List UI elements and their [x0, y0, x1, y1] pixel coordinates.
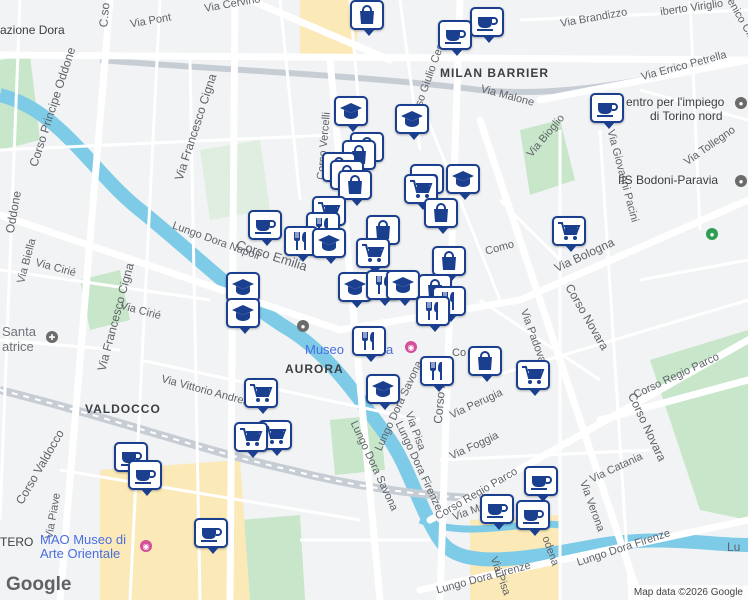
museum-marker-icon[interactable]: ◉ — [405, 341, 417, 353]
education-icon — [232, 279, 254, 295]
cafe-pin[interactable] — [524, 466, 558, 502]
church-marker-icon[interactable]: ✚ — [46, 331, 58, 343]
map-canvas[interactable]: ◉ ◉ ● ● ● ✚ ● Via Pont Via Cervino Via B… — [0, 0, 748, 600]
shopping-bag-icon — [348, 175, 362, 194]
cart-pin[interactable] — [244, 378, 278, 414]
cart-pin[interactable] — [552, 216, 586, 252]
restaurant-icon — [362, 332, 374, 350]
restaurant-icon — [294, 232, 306, 250]
shopping-bag-icon — [478, 351, 492, 370]
education-pin[interactable] — [395, 104, 429, 140]
shopping-pin[interactable] — [468, 346, 502, 382]
cafe-icon — [201, 528, 222, 542]
cafe-icon — [255, 220, 276, 234]
education-icon — [340, 103, 362, 119]
cart-pin[interactable] — [356, 238, 390, 274]
map-attribution: Map data ©2026 Google — [628, 585, 748, 600]
education-icon — [372, 381, 394, 397]
cafe-icon — [523, 510, 544, 524]
shopping-bag-icon — [442, 251, 456, 270]
cart-pin[interactable] — [516, 360, 550, 396]
shopping-pin[interactable] — [432, 246, 466, 282]
shopping-pin[interactable] — [350, 0, 384, 36]
employment-center-marker-icon[interactable]: ● — [735, 97, 747, 109]
education-pin[interactable] — [312, 228, 346, 264]
education-pin[interactable] — [446, 164, 480, 200]
cafe-pin[interactable] — [516, 500, 550, 536]
school-marker-icon[interactable]: ● — [735, 175, 747, 187]
cafe-pin[interactable] — [128, 460, 162, 496]
education-icon — [452, 171, 474, 187]
shopping-cart-icon — [410, 180, 433, 198]
restaurant-icon — [430, 362, 442, 380]
cafe-icon — [487, 504, 508, 518]
restaurant-pin[interactable] — [352, 326, 386, 362]
restaurant-pin[interactable] — [420, 356, 454, 392]
google-logo: Google — [6, 574, 72, 595]
cafe-icon — [477, 17, 498, 31]
education-icon — [318, 235, 340, 251]
cafe-pin[interactable] — [438, 20, 472, 56]
place-marker-icon[interactable]: ● — [706, 228, 718, 240]
place-small-icon: ● — [297, 320, 309, 332]
cafe-pin[interactable] — [590, 93, 624, 129]
cafe-icon — [445, 30, 466, 44]
shopping-cart-icon — [250, 384, 273, 402]
cafe-pin[interactable] — [470, 7, 504, 43]
shopping-cart-icon — [240, 428, 263, 446]
shopping-cart-icon — [522, 366, 545, 384]
education-pin[interactable] — [226, 298, 260, 334]
education-icon — [401, 111, 423, 127]
shopping-cart-icon — [362, 244, 385, 262]
cafe-pin[interactable] — [480, 494, 514, 530]
education-icon — [232, 305, 254, 321]
cafe-icon — [597, 103, 618, 117]
shopping-pin[interactable] — [424, 198, 458, 234]
cafe-icon — [531, 476, 552, 490]
education-pin[interactable] — [366, 374, 400, 410]
shopping-bag-icon — [360, 5, 374, 24]
restaurant-pin[interactable] — [416, 296, 450, 332]
shopping-bag-icon — [434, 203, 448, 222]
education-icon — [392, 277, 414, 293]
cafe-pin[interactable] — [194, 518, 228, 554]
restaurant-icon — [426, 302, 438, 320]
education-pin[interactable] — [386, 270, 420, 306]
cafe-icon — [135, 470, 156, 484]
cart-pin[interactable] — [234, 422, 268, 458]
shopping-bag-icon — [376, 220, 390, 239]
cafe-pin[interactable] — [248, 210, 282, 246]
education-icon — [344, 279, 366, 295]
education-pin[interactable] — [334, 96, 368, 132]
shopping-cart-icon — [558, 222, 581, 240]
map-base — [0, 0, 748, 600]
mao-museum-marker-icon[interactable]: ◉ — [140, 540, 152, 552]
